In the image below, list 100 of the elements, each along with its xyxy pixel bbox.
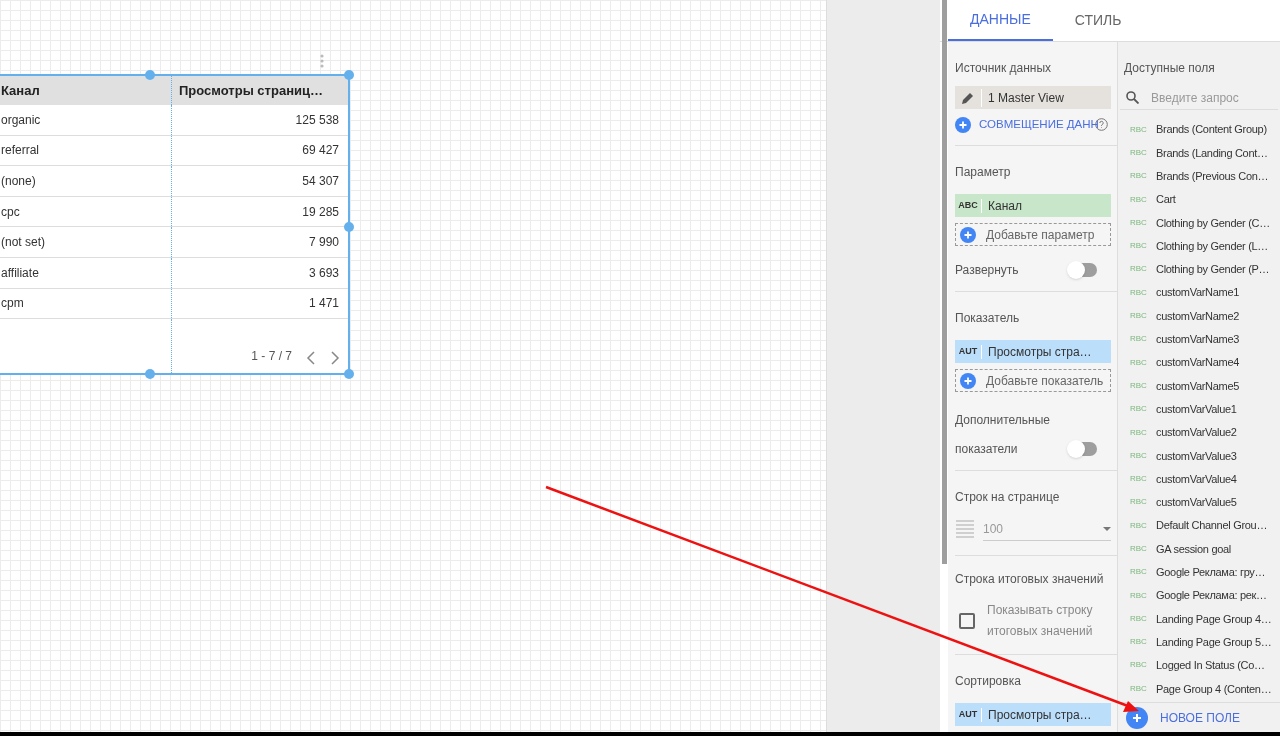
field-type-label: RBC bbox=[1130, 496, 1148, 509]
more-vertical-icon[interactable] bbox=[320, 54, 324, 68]
chevron-right-icon[interactable] bbox=[330, 351, 340, 366]
field-list-item[interactable]: RBC Brands (Previous Con… bbox=[1118, 164, 1280, 188]
plus-icon bbox=[960, 226, 976, 243]
field-list-item[interactable]: RBC customVarValue5 bbox=[1118, 490, 1280, 515]
field-chip[interactable]: ABC Канал bbox=[955, 194, 1111, 218]
field-list-item[interactable]: RBC customVarName3 bbox=[1118, 327, 1280, 351]
field-type-label: RBC bbox=[1130, 193, 1148, 206]
field-type-label: AUT bbox=[955, 708, 982, 722]
field-name: Brands (Content Group) bbox=[1156, 122, 1267, 138]
field-list-item[interactable]: RBC Google Реклама: рек… bbox=[1118, 583, 1280, 608]
field-list-item[interactable]: RBC Logged In Status (Co… bbox=[1118, 653, 1280, 678]
field-list-item[interactable]: RBC Page Group 4 (Conten… bbox=[1118, 677, 1280, 701]
field-name: customVarName2 bbox=[1156, 308, 1240, 324]
add-field-button[interactable]: Добавьте показатель bbox=[955, 369, 1111, 393]
section-label: Доступные поля bbox=[1124, 60, 1216, 77]
field-name: customVarValue1 bbox=[1156, 401, 1237, 417]
field-name: customVarValue2 bbox=[1156, 425, 1237, 441]
field-name: Default Channel Grou… bbox=[1156, 518, 1268, 534]
field-name: Просмотры стра… bbox=[987, 343, 1092, 361]
field-list-item[interactable]: RBC Brands (Landing Cont… bbox=[1118, 141, 1280, 165]
table-cell-text: cpm bbox=[0, 295, 25, 313]
resize-handle[interactable] bbox=[344, 222, 354, 232]
field-list-item[interactable]: RBC customVarValue4 bbox=[1118, 467, 1280, 491]
resize-handle[interactable] bbox=[145, 369, 155, 380]
section-label: Параметр bbox=[955, 164, 1012, 182]
field-type-label: RBC bbox=[1130, 519, 1148, 532]
field-type-label: RBC bbox=[1130, 123, 1148, 136]
add-field-button[interactable]: Добавьте параметр bbox=[955, 223, 1111, 247]
field-name: customVarValue5 bbox=[1156, 495, 1237, 511]
table-cell-text: affiliate bbox=[0, 264, 40, 282]
chevron-left-icon[interactable] bbox=[306, 351, 316, 366]
section-label: Развернуть bbox=[955, 262, 1019, 280]
field-name: Clothing by Gender (C… bbox=[1156, 215, 1270, 231]
field-list-item[interactable]: RBC Clothing by Gender (L… bbox=[1118, 234, 1280, 258]
table-cell-text: (none) bbox=[0, 173, 37, 190]
field-list-item[interactable]: RBC customVarValue2 bbox=[1118, 420, 1280, 445]
section-label: Источник данных bbox=[955, 60, 1053, 77]
field-type-label: RBC bbox=[1130, 543, 1148, 555]
field-name: Page Group 4 (Conten… bbox=[1156, 681, 1272, 697]
field-name: Google Реклама: рек… bbox=[1156, 588, 1267, 604]
section-label: Строка итоговых значений bbox=[955, 571, 1105, 589]
field-type-label: RBC bbox=[1130, 146, 1148, 159]
toggle-switch[interactable] bbox=[1069, 263, 1097, 278]
search-input[interactable]: Введите запрос bbox=[1151, 88, 1271, 107]
new-field-button[interactable]: НОВОЕ ПОЛЕ bbox=[1160, 708, 1240, 727]
checkbox[interactable] bbox=[959, 613, 975, 630]
field-list-item[interactable]: RBC Google Реклама: гру… bbox=[1118, 560, 1280, 584]
resize-handle[interactable] bbox=[145, 70, 155, 80]
field-list-item[interactable]: RBC Clothing by Gender (P… bbox=[1118, 257, 1280, 282]
table-cell: 3 693 bbox=[171, 257, 348, 288]
field-name: Brands (Landing Cont… bbox=[1156, 145, 1268, 161]
field-list-item[interactable]: RBC customVarValue3 bbox=[1118, 444, 1280, 468]
toggle-switch[interactable] bbox=[1069, 442, 1097, 457]
resize-handle[interactable] bbox=[344, 70, 354, 80]
field-type-label: AUT bbox=[955, 345, 982, 359]
table-cell-text: (not set) bbox=[0, 234, 46, 252]
field-type-label: RBC bbox=[1130, 379, 1148, 392]
column-header[interactable]: Канал bbox=[0, 80, 171, 101]
resize-handle[interactable] bbox=[344, 369, 354, 380]
field-name: customVarName4 bbox=[1156, 355, 1240, 371]
field-chip[interactable]: AUT Просмотры стра… bbox=[955, 703, 1111, 727]
field-name: customVarName1 bbox=[1156, 285, 1240, 301]
field-type-label: RBC bbox=[1130, 566, 1148, 579]
field-type-label: RBC bbox=[1130, 682, 1148, 695]
field-list-item[interactable]: RBC Landing Page Group 4… bbox=[1118, 607, 1280, 631]
field-list-item[interactable]: RBC Landing Page Group 5… bbox=[1118, 630, 1280, 654]
field-list-item[interactable]: RBC Default Channel Grou… bbox=[1118, 514, 1280, 538]
field-chip[interactable]: AUT Просмотры стра… bbox=[955, 340, 1111, 364]
field-list-item[interactable]: RBC GA session goal bbox=[1118, 537, 1280, 561]
field-type-label: RBC bbox=[1130, 612, 1148, 625]
table-rows-icon bbox=[955, 519, 975, 540]
field-list-item[interactable]: RBC customVarValue1 bbox=[1118, 397, 1280, 421]
field-name: Google Реклама: гру… bbox=[1156, 565, 1266, 581]
scrollbar-thumb[interactable] bbox=[942, 0, 947, 564]
field-list-item[interactable]: RBC Cart bbox=[1118, 187, 1280, 212]
field-name: Landing Page Group 5… bbox=[1156, 634, 1272, 650]
field-type-label: RBC bbox=[1130, 403, 1148, 416]
field-type-label: RBC bbox=[1130, 426, 1148, 439]
field-list-item[interactable]: RBC customVarName5 bbox=[1118, 374, 1280, 398]
blend-data-link[interactable]: СОВМЕЩЕНИЕ ДАНН bbox=[979, 116, 1099, 134]
field-list-item[interactable]: RBC Clothing by Gender (C… bbox=[1118, 211, 1280, 235]
field-name: customVarValue3 bbox=[1156, 448, 1237, 464]
field-name: Cart bbox=[1156, 192, 1176, 208]
field-type-label: RBC bbox=[1130, 170, 1148, 183]
field-list-item[interactable]: RBC customVarName1 bbox=[1118, 281, 1280, 305]
field-type-label: RBC bbox=[1130, 310, 1148, 322]
field-list-item[interactable]: RBC customVarName2 bbox=[1118, 304, 1280, 328]
plus-icon bbox=[960, 372, 976, 389]
tab[interactable]: СТИЛЬ bbox=[1052, 0, 1144, 41]
field-name: Clothing by Gender (L… bbox=[1156, 238, 1268, 254]
field-list-item[interactable]: RBC customVarName4 bbox=[1118, 350, 1280, 375]
dropdown-arrow-icon bbox=[1103, 526, 1111, 531]
field-name: Landing Page Group 4… bbox=[1156, 611, 1272, 627]
field-type-label: RBC bbox=[1130, 589, 1148, 602]
field-search[interactable]: Введите запрос bbox=[1120, 86, 1278, 110]
table-cell: 54 307 bbox=[171, 166, 348, 196]
data-source-chip[interactable]: 1 Master View bbox=[955, 86, 1111, 109]
field-list-item[interactable]: RBC Brands (Content Group) bbox=[1118, 118, 1280, 142]
